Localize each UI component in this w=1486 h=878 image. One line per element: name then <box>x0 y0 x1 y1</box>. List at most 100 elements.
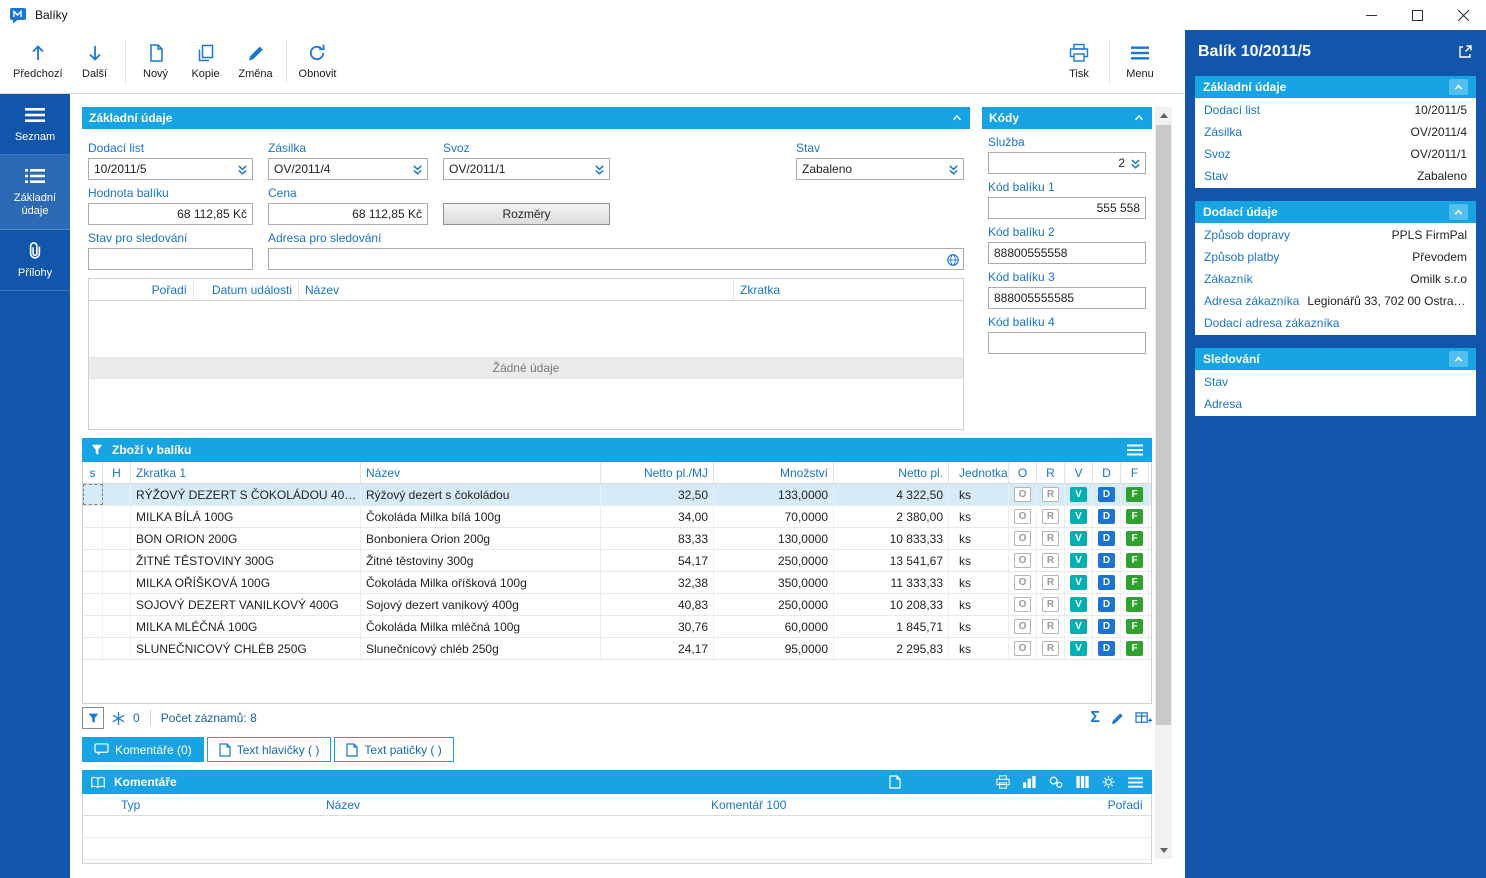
flag-o-badge[interactable]: O <box>1014 553 1031 568</box>
edit-button[interactable]: Změna <box>231 30 281 93</box>
close-button[interactable] <box>1440 0 1486 30</box>
chevron-up-icon[interactable] <box>951 112 963 124</box>
chevron-up-icon[interactable] <box>1449 204 1468 220</box>
scrollbar-thumb[interactable] <box>1156 125 1171 725</box>
column-header[interactable]: V <box>1065 462 1093 483</box>
edit-icon[interactable] <box>1110 711 1125 726</box>
minimize-button[interactable] <box>1348 0 1394 30</box>
flag-r-badge[interactable]: R <box>1042 487 1059 502</box>
column-header[interactable]: Množství <box>714 462 834 483</box>
chevron-up-icon[interactable] <box>1449 79 1468 95</box>
menu-icon[interactable] <box>1126 443 1144 457</box>
column-header[interactable]: Název <box>361 462 601 483</box>
previous-button[interactable]: Předchozí <box>6 30 70 93</box>
columns-icon[interactable] <box>1075 775 1090 789</box>
column-header[interactable]: Pořadí <box>89 279 194 300</box>
flag-r-badge[interactable]: R <box>1042 641 1059 656</box>
flag-v-badge[interactable]: V <box>1070 641 1087 656</box>
flag-f-badge[interactable]: F <box>1126 641 1143 656</box>
section-header[interactable]: Dodací údaje <box>1195 201 1476 223</box>
tab-komentare[interactable]: Komentáře (0) <box>82 737 204 762</box>
flag-v-badge[interactable]: V <box>1070 553 1087 568</box>
dropdown-icon[interactable] <box>593 163 606 176</box>
flag-o-badge[interactable]: O <box>1014 531 1031 546</box>
flag-f-badge[interactable]: F <box>1126 575 1143 590</box>
flag-r-badge[interactable]: R <box>1042 553 1059 568</box>
column-header[interactable]: Datum události <box>194 279 299 300</box>
column-header[interactable]: H <box>103 462 131 483</box>
flag-d-badge[interactable]: D <box>1098 509 1115 524</box>
next-button[interactable]: Další <box>70 30 120 93</box>
flag-r-badge[interactable]: R <box>1042 509 1059 524</box>
flag-v-badge[interactable]: V <box>1070 487 1087 502</box>
column-header[interactable]: Název <box>299 279 734 300</box>
vertical-scrollbar[interactable] <box>1155 107 1172 859</box>
column-header[interactable]: Typ <box>83 794 326 815</box>
kod-baliku-1-input[interactable]: 555 558 <box>988 197 1146 219</box>
menu-icon[interactable] <box>1127 776 1144 789</box>
flag-f-badge[interactable]: F <box>1126 531 1143 546</box>
sidebar-item-seznam[interactable]: Seznam <box>0 94 70 155</box>
datasheet-icon[interactable] <box>1135 711 1152 726</box>
freeze-icon[interactable] <box>111 711 126 726</box>
column-header[interactable]: Komentář 100 <box>711 794 1041 815</box>
gears-icon[interactable] <box>1048 775 1064 789</box>
flag-d-badge[interactable]: D <box>1098 575 1115 590</box>
copy-button[interactable]: Kopie <box>181 30 231 93</box>
maximize-button[interactable] <box>1394 0 1440 30</box>
info-row[interactable]: Adresa zákazníka Legionářů 33, 702 00 Os… <box>1195 290 1476 312</box>
flag-d-badge[interactable]: D <box>1098 597 1115 612</box>
sluzba-input[interactable]: 2 <box>988 152 1146 174</box>
goods-panel-header[interactable]: Zboží v balíku <box>82 438 1152 462</box>
kod-baliku-2-input[interactable]: 88800555558 <box>988 242 1146 264</box>
stav-sledovani-input[interactable] <box>88 248 253 270</box>
column-header[interactable]: s <box>83 462 103 483</box>
dropdown-icon[interactable] <box>236 163 249 176</box>
info-row[interactable]: Zákazník Omilk s.r.o <box>1195 268 1476 290</box>
flag-d-badge[interactable]: D <box>1098 553 1115 568</box>
sidebar-item-prilohy[interactable]: Přílohy <box>0 230 70 291</box>
flag-v-badge[interactable]: V <box>1070 509 1087 524</box>
flag-r-badge[interactable]: R <box>1042 575 1059 590</box>
sum-icon[interactable]: Σ <box>1090 710 1100 726</box>
table-row[interactable]: SLUNEČNICOVÝ CHLÉB 250G Slunečnicový chl… <box>83 638 1151 660</box>
column-header[interactable]: Netto pl./MJ <box>601 462 714 483</box>
adresa-sledovani-input[interactable] <box>268 248 964 270</box>
new-button[interactable]: Nový <box>131 30 181 93</box>
flag-f-badge[interactable]: F <box>1126 487 1143 502</box>
column-header[interactable]: O <box>1009 462 1037 483</box>
column-header[interactable]: Zkratka 1 <box>131 462 361 483</box>
flag-d-badge[interactable]: D <box>1098 487 1115 502</box>
flag-o-badge[interactable]: O <box>1014 641 1031 656</box>
info-row[interactable]: Dodací adresa zákazníka <box>1195 312 1476 334</box>
column-header[interactable]: D <box>1093 462 1121 483</box>
table-row[interactable]: ŽITNÉ TĚSTOVINY 300G Žitné těstoviny 300… <box>83 550 1151 572</box>
dropdown-icon[interactable] <box>947 163 960 176</box>
flag-f-badge[interactable]: F <box>1126 597 1143 612</box>
basic-panel-header[interactable]: Základní údaje <box>82 107 970 129</box>
scroll-down-arrow[interactable] <box>1155 842 1172 859</box>
info-row[interactable]: Dodací list 10/2011/5 <box>1195 99 1476 121</box>
open-in-window-icon[interactable] <box>1457 44 1473 60</box>
table-row[interactable]: SOJOVÝ DEZERT VANILKOVÝ 400G Sojový deze… <box>83 594 1151 616</box>
column-header[interactable]: Jednotka <box>949 462 1009 483</box>
dodaci-list-input[interactable]: 10/2011/5 <box>88 158 253 180</box>
table-row[interactable]: MILKA OŘÍŠKOVÁ 100G Čokoláda Milka oříšk… <box>83 572 1151 594</box>
svoz-input[interactable]: OV/2011/1 <box>443 158 610 180</box>
flag-v-badge[interactable]: V <box>1070 531 1087 546</box>
flag-v-badge[interactable]: V <box>1070 619 1087 634</box>
zasilka-input[interactable]: OV/2011/4 <box>268 158 428 180</box>
tab-text-paticky[interactable]: Text patičky ( ) <box>334 737 453 762</box>
flag-f-badge[interactable]: F <box>1126 553 1143 568</box>
kod-baliku-3-input[interactable]: 888005555585 <box>988 287 1146 309</box>
chevron-up-icon[interactable] <box>1449 351 1468 367</box>
flag-v-badge[interactable]: V <box>1070 575 1087 590</box>
print-button[interactable]: Tisk <box>1054 30 1104 93</box>
info-row[interactable]: Adresa <box>1195 393 1476 415</box>
dropdown-icon[interactable] <box>1129 157 1142 170</box>
section-header[interactable]: Sledování <box>1195 348 1476 370</box>
table-row[interactable]: BON ORION 200G Bonboniera Orion 200g 83,… <box>83 528 1151 550</box>
cena-input[interactable]: 68 112,85 Kč <box>268 203 428 225</box>
flag-r-badge[interactable]: R <box>1042 597 1059 612</box>
column-header[interactable]: Pořadí <box>1041 794 1151 815</box>
